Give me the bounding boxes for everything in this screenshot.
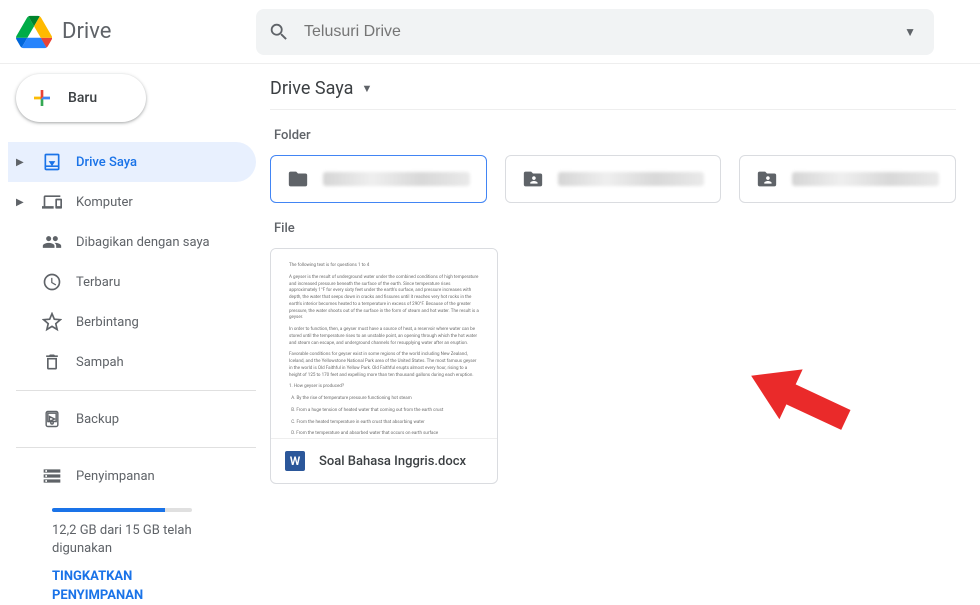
- breadcrumb[interactable]: Drive Saya ▼: [270, 78, 956, 110]
- chevron-right-icon: ▶: [16, 157, 28, 168]
- folder-name-obscured: [558, 172, 705, 186]
- folder-name-obscured: [323, 172, 470, 186]
- upgrade-storage-link[interactable]: TINGKATKAN PENYIMPANAN: [52, 568, 192, 604]
- file-section-label: File: [274, 221, 956, 236]
- sidebar-item-label: Drive Saya: [76, 155, 137, 170]
- star-icon: [40, 310, 64, 334]
- shared-icon: [40, 230, 64, 254]
- sidebar-item-trash[interactable]: Sampah: [8, 342, 256, 382]
- annotation-arrow-icon: [746, 344, 856, 454]
- sidebar-item-recent[interactable]: Terbaru: [8, 262, 256, 302]
- file-footer: W Soal Bahasa Inggris.docx: [271, 439, 497, 483]
- storage-progressbar: [52, 508, 192, 512]
- shared-folder-icon: [756, 168, 778, 190]
- shared-folder-icon: [522, 168, 544, 190]
- storage-block: 12,2 GB dari 15 GB telah digunakan TINGK…: [8, 496, 256, 605]
- sidebar-item-mydrive[interactable]: ▶ Drive Saya: [8, 142, 256, 182]
- header: Drive ▼: [0, 0, 980, 64]
- devices-icon: [40, 190, 64, 214]
- folder-row: [270, 155, 956, 203]
- search-input[interactable]: [304, 23, 898, 41]
- sidebar-item-storage[interactable]: Penyimpanan: [8, 456, 256, 496]
- trash-icon: [40, 350, 64, 374]
- folder-icon: [287, 168, 309, 190]
- sidebar-item-label: Sampah: [76, 355, 124, 370]
- new-button[interactable]: Baru: [16, 74, 146, 122]
- storage-icon: [40, 464, 64, 488]
- folder-card[interactable]: [270, 155, 487, 203]
- sidebar-item-label: Dibagikan dengan saya: [76, 235, 210, 250]
- new-button-label: Baru: [68, 90, 97, 106]
- search-options-caret-icon[interactable]: ▼: [898, 25, 922, 39]
- sidebar-item-backup[interactable]: Backup: [8, 399, 256, 439]
- nav: ▶ Drive Saya ▶ Komputer Dibagikan dengan…: [8, 142, 256, 605]
- app-title: Drive: [62, 19, 111, 44]
- search-bar[interactable]: ▼: [256, 9, 934, 55]
- sidebar-item-label: Terbaru: [76, 275, 120, 290]
- sidebar-item-starred[interactable]: Berbintang: [8, 302, 256, 342]
- storage-usage-text: 12,2 GB dari 15 GB telah digunakan: [52, 522, 244, 558]
- drive-logo-icon: [16, 14, 52, 50]
- file-thumbnail: The following text is for questions 1 to…: [271, 249, 497, 439]
- search-icon: [268, 21, 290, 43]
- sidebar-item-computers[interactable]: ▶ Komputer: [8, 182, 256, 222]
- sidebar: Baru ▶ Drive Saya ▶ Komputer Dibagikan d…: [0, 64, 256, 579]
- sidebar-item-label: Backup: [76, 412, 119, 427]
- folder-section-label: Folder: [274, 128, 956, 143]
- sidebar-item-label: Berbintang: [76, 315, 139, 330]
- sidebar-item-label: Komputer: [76, 195, 133, 210]
- backup-icon: [40, 407, 64, 431]
- plus-icon: [30, 86, 54, 110]
- folder-card[interactable]: [505, 155, 722, 203]
- chevron-right-icon: ▶: [16, 197, 28, 208]
- chevron-down-icon: ▼: [361, 82, 372, 95]
- file-card[interactable]: The following text is for questions 1 to…: [270, 248, 498, 484]
- folder-name-obscured: [792, 172, 939, 186]
- page-title: Drive Saya: [270, 78, 353, 99]
- logo-block[interactable]: Drive: [16, 14, 256, 50]
- folder-card[interactable]: [739, 155, 956, 203]
- sidebar-item-label: Penyimpanan: [76, 469, 155, 484]
- drive-icon: [40, 150, 64, 174]
- clock-icon: [40, 270, 64, 294]
- sidebar-item-shared[interactable]: Dibagikan dengan saya: [8, 222, 256, 262]
- main-content: Drive Saya ▼ Folder File The following t…: [256, 64, 980, 579]
- file-name: Soal Bahasa Inggris.docx: [319, 454, 466, 469]
- word-doc-icon: W: [285, 451, 305, 471]
